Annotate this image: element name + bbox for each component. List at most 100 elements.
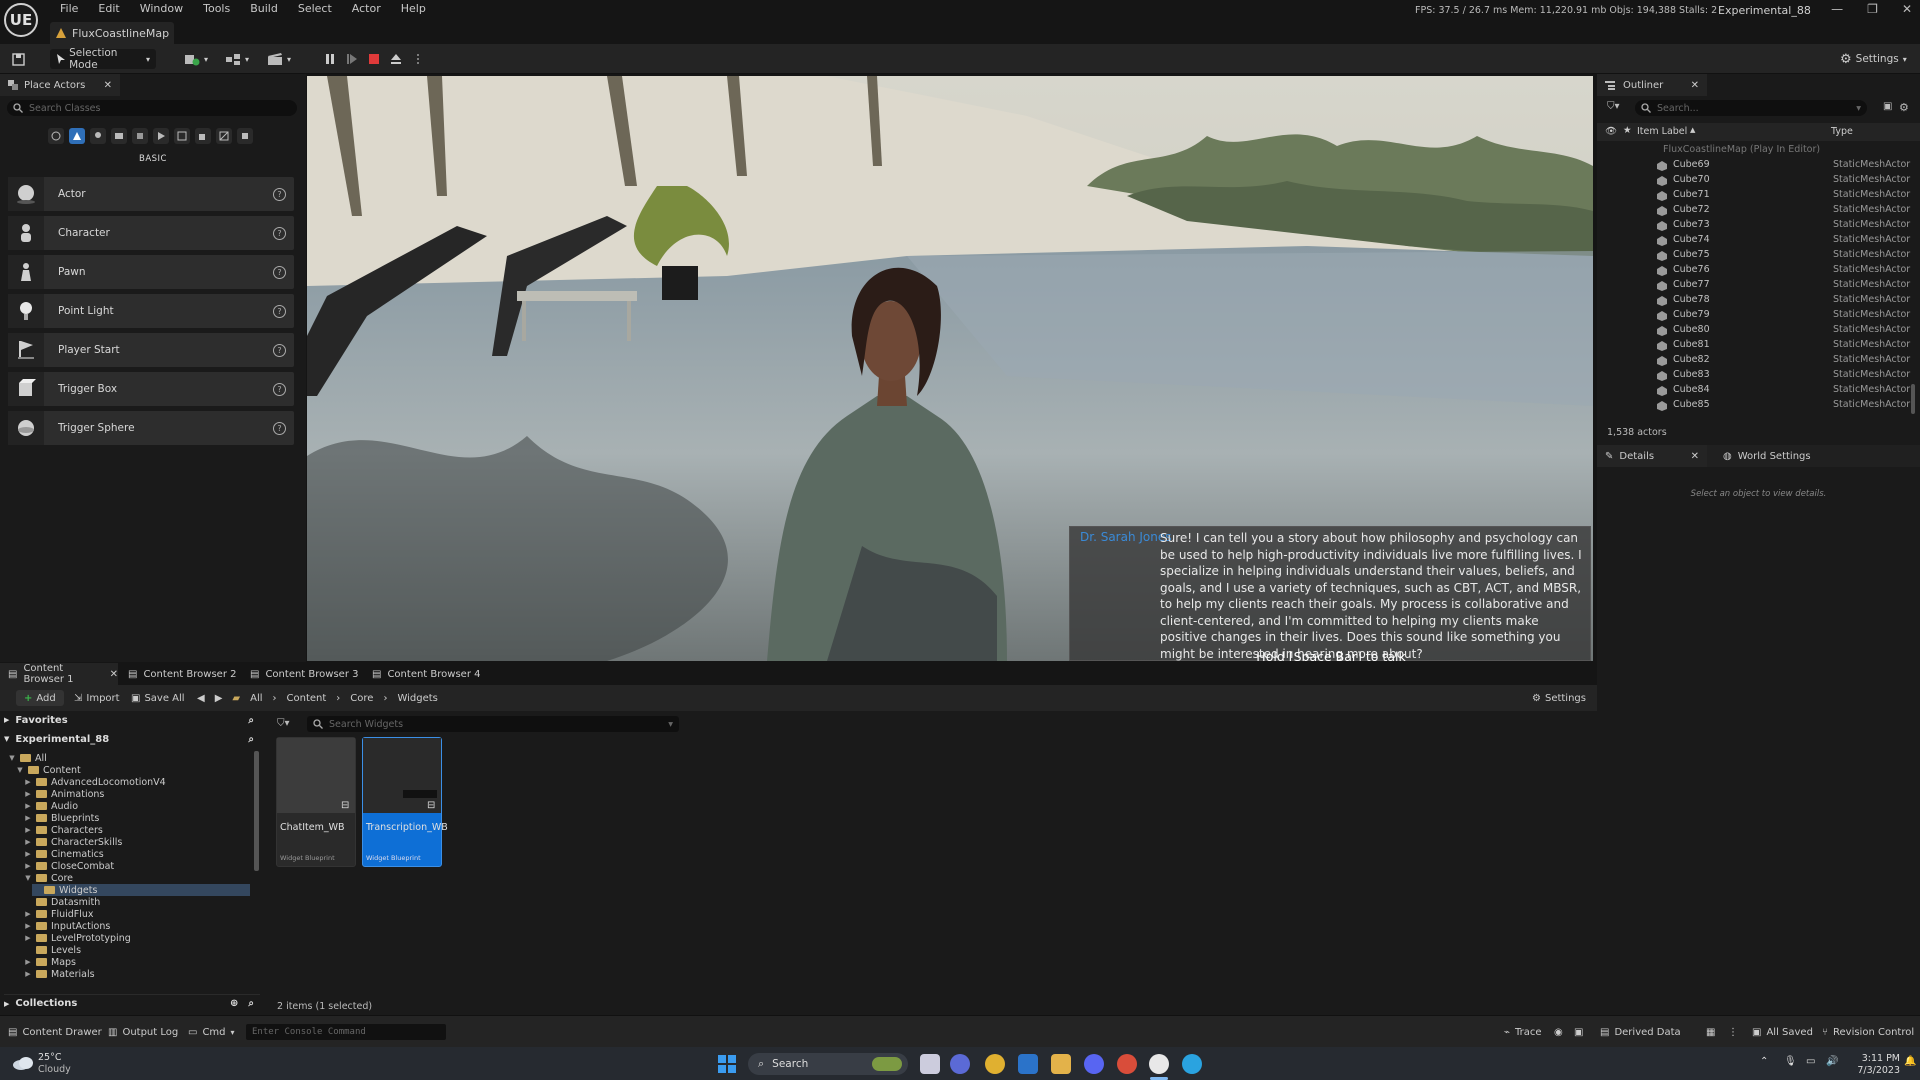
import-button[interactable]: ⇲ Import — [74, 690, 120, 706]
restore-icon[interactable]: ❐ — [1867, 2, 1878, 16]
content-browser-1-tab[interactable]: ▤ Content Browser 1 ✕ — [0, 663, 118, 685]
breadcrumb-core[interactable]: Core — [350, 693, 373, 704]
content-browser-2-tab[interactable]: ▤ Content Browser 2 — [120, 663, 236, 685]
step-icon[interactable] — [344, 51, 360, 67]
help-icon[interactable]: ? — [273, 421, 286, 435]
tree-folder[interactable]: ▶ AdvancedLocomotionV4 — [24, 776, 165, 788]
world-settings-tab[interactable]: ◍ World Settings — [1715, 445, 1811, 467]
tree-content[interactable]: ▼ Content — [16, 764, 81, 776]
outliner-search-input[interactable]: Search... ▾ — [1635, 100, 1867, 116]
save-all-button[interactable]: ▣ Save All — [131, 690, 185, 706]
outliner-row[interactable]: Cube71 StaticMeshActor — [1597, 189, 1910, 204]
help-icon[interactable]: ? — [273, 187, 286, 201]
place-player-start-item[interactable]: Player Start ? — [8, 333, 294, 367]
store-icon[interactable] — [1018, 1054, 1038, 1074]
revision-control-button[interactable]: ⑂ Revision Control — [1822, 1025, 1914, 1039]
more-options-icon[interactable] — [410, 51, 426, 67]
task-view-icon[interactable] — [920, 1054, 940, 1074]
content-browser-3-tab[interactable]: ▤ Content Browser 3 — [242, 663, 358, 685]
settings-button[interactable]: ⚙ Settings ▾ — [1840, 49, 1907, 69]
microphone-icon[interactable]: 🎙 — [1784, 1056, 1797, 1067]
pause-icon[interactable] — [322, 51, 338, 67]
content-browser-4-tab[interactable]: ▤ Content Browser 4 — [364, 663, 480, 685]
outliner-row[interactable]: Cube84 StaticMeshActor — [1597, 384, 1910, 399]
asset-tile-transcription[interactable]: ⊟ Transcription_WB Widget Blueprint — [362, 737, 448, 867]
tree-folder[interactable]: ▶ CloseCombat — [24, 860, 114, 872]
notifications-icon[interactable]: 🔔 — [1904, 1056, 1916, 1067]
outliner-row[interactable]: Cube74 StaticMeshActor — [1597, 234, 1910, 249]
breadcrumb-content[interactable]: Content — [287, 693, 327, 704]
output-log-button[interactable]: ▥ Output Log — [108, 1025, 178, 1039]
tree-folder[interactable]: ▶ Characters — [24, 824, 103, 836]
tree-folder[interactable]: ▶ Animations — [24, 788, 104, 800]
menu-build[interactable]: Build — [240, 2, 288, 16]
menu-actor[interactable]: Actor — [342, 2, 391, 16]
basic-category-icon[interactable] — [69, 128, 85, 144]
clock-date[interactable]: 7/3/2023 — [1848, 1065, 1900, 1076]
network-icon[interactable]: ▭ — [1806, 1056, 1815, 1067]
content-drawer-button[interactable]: ▤ Content Drawer — [8, 1025, 102, 1039]
place-trigger-box-item[interactable]: Trigger Box ? — [8, 372, 294, 406]
menu-help[interactable]: Help — [391, 2, 436, 16]
record-icon[interactable]: ◉ — [1554, 1025, 1563, 1039]
save-icon[interactable] — [12, 49, 25, 69]
stop-icon[interactable] — [366, 51, 382, 67]
recent-icon[interactable] — [48, 128, 64, 144]
help-icon[interactable]: ? — [273, 304, 286, 318]
outliner-row[interactable]: Cube72 StaticMeshActor — [1597, 204, 1910, 219]
add-button[interactable]: + Add — [16, 690, 64, 706]
trace-button[interactable]: ⌁ Trace — [1504, 1025, 1542, 1039]
place-trigger-sphere-item[interactable]: Trigger Sphere ? — [8, 411, 294, 445]
tree-folder[interactable]: ▶ Blueprints — [24, 812, 99, 824]
tree-folder[interactable]: Levels — [24, 944, 81, 956]
tree-folder[interactable]: ▶ Cinematics — [24, 848, 103, 860]
menu-select[interactable]: Select — [288, 2, 342, 16]
unreal-engine-icon[interactable] — [1149, 1054, 1169, 1074]
blueprint-button[interactable]: ▾ — [225, 49, 249, 69]
close-tab-icon[interactable]: ✕ — [104, 80, 112, 91]
outliner-row[interactable]: Cube80 StaticMeshActor — [1597, 324, 1910, 339]
close-icon[interactable]: ✕ — [1902, 2, 1912, 16]
place-point-light-item[interactable]: Point Light ? — [8, 294, 294, 328]
tree-folder[interactable]: ▶ Materials — [24, 968, 94, 980]
outliner-row[interactable]: Cube70 StaticMeshActor — [1597, 174, 1910, 189]
close-tab-icon[interactable]: ✕ — [1691, 451, 1699, 462]
chrome-icon[interactable] — [985, 1054, 1005, 1074]
all-classes-category-icon[interactable] — [195, 128, 211, 144]
outliner-row[interactable]: Cube82 StaticMeshActor — [1597, 354, 1910, 369]
place-character-item[interactable]: Character ? — [8, 216, 294, 250]
content-settings-button[interactable]: ⚙ Settings — [1532, 690, 1586, 706]
telegram-icon[interactable] — [1182, 1054, 1202, 1074]
visibility-column-icon[interactable]: 👁 — [1605, 126, 1617, 137]
windows-start-icon[interactable] — [717, 1054, 737, 1074]
search-widgets-input[interactable]: Search Widgets ▾ — [307, 716, 679, 732]
map-tab[interactable]: FluxCoastlineMap — [50, 22, 174, 44]
menu-window[interactable]: Window — [130, 2, 193, 16]
minimize-icon[interactable]: — — [1831, 2, 1843, 16]
breadcrumb-widgets[interactable]: Widgets — [397, 693, 437, 704]
shapes-category-icon[interactable] — [111, 128, 127, 144]
tree-folder[interactable]: ▼ Core — [24, 872, 73, 884]
console-command-input[interactable]: Enter Console Command — [246, 1024, 446, 1040]
cmd-dropdown[interactable]: ▭ Cmd ▾ — [188, 1025, 235, 1039]
menu-edit[interactable]: Edit — [88, 2, 129, 16]
screenshot-icon[interactable]: ▣ — [1574, 1025, 1583, 1039]
selection-mode-dropdown[interactable]: Selection Mode ▾ — [50, 47, 156, 71]
help-icon[interactable]: ? — [273, 226, 286, 240]
lights-category-icon[interactable] — [90, 128, 106, 144]
type-column[interactable]: Type — [1831, 126, 1853, 137]
outliner-row[interactable]: Cube75 StaticMeshActor — [1597, 249, 1910, 264]
filter-icon[interactable]: ⛉▾ — [1607, 101, 1620, 112]
cinematics-button[interactable]: ▾ — [267, 49, 291, 69]
tree-folder[interactable]: ▶ FluidFlux — [24, 908, 93, 920]
pin-column-icon[interactable]: ★ — [1623, 125, 1632, 136]
tree-folder[interactable]: Datasmith — [24, 896, 100, 908]
search-classes-input[interactable]: Search Classes — [7, 100, 297, 116]
outliner-row[interactable]: Cube76 StaticMeshActor — [1597, 264, 1910, 279]
help-icon[interactable]: ? — [273, 343, 286, 357]
file-explorer-icon[interactable] — [1051, 1054, 1071, 1074]
close-tab-icon[interactable]: ✕ — [1691, 80, 1699, 91]
all-saved-button[interactable]: ▣ All Saved — [1752, 1025, 1813, 1039]
place-actors-tab[interactable]: Place Actors ✕ — [0, 74, 120, 96]
weather-temp[interactable]: 25°C — [38, 1052, 61, 1063]
